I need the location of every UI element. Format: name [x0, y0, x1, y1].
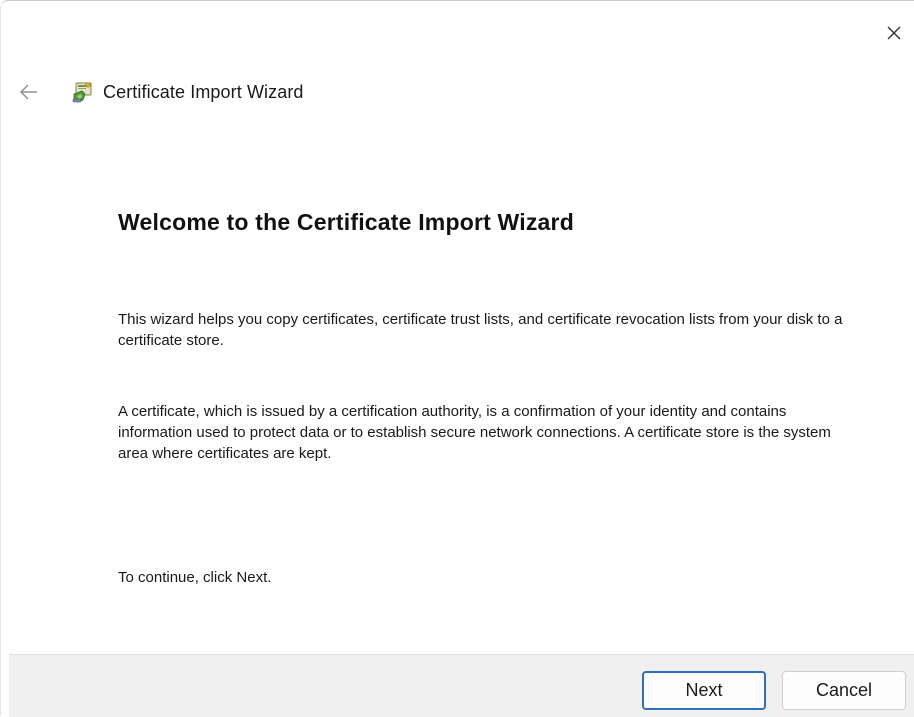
back-button[interactable] — [15, 78, 43, 106]
certificate-description-paragraph: A certificate, which is issued by a cert… — [118, 403, 831, 462]
wizard-footer: Next Cancel — [9, 654, 914, 717]
window-title: Certificate Import Wizard — [103, 81, 304, 102]
continue-instruction: To continue, click Next. — [118, 569, 272, 586]
back-arrow-icon — [20, 84, 37, 100]
certificate-wizard-icon — [72, 82, 92, 103]
close-button[interactable] — [880, 19, 908, 47]
wizard-window: Certificate Import Wizard Welcome to the… — [0, 0, 914, 717]
wizard-header: Certificate Import Wizard — [20, 77, 304, 107]
close-icon — [887, 26, 901, 40]
next-button[interactable]: Next — [642, 671, 766, 710]
cancel-button[interactable]: Cancel — [782, 671, 906, 710]
intro-paragraph: This wizard helps you copy certificates,… — [118, 311, 843, 349]
page-heading: Welcome to the Certificate Import Wizard — [118, 209, 574, 235]
